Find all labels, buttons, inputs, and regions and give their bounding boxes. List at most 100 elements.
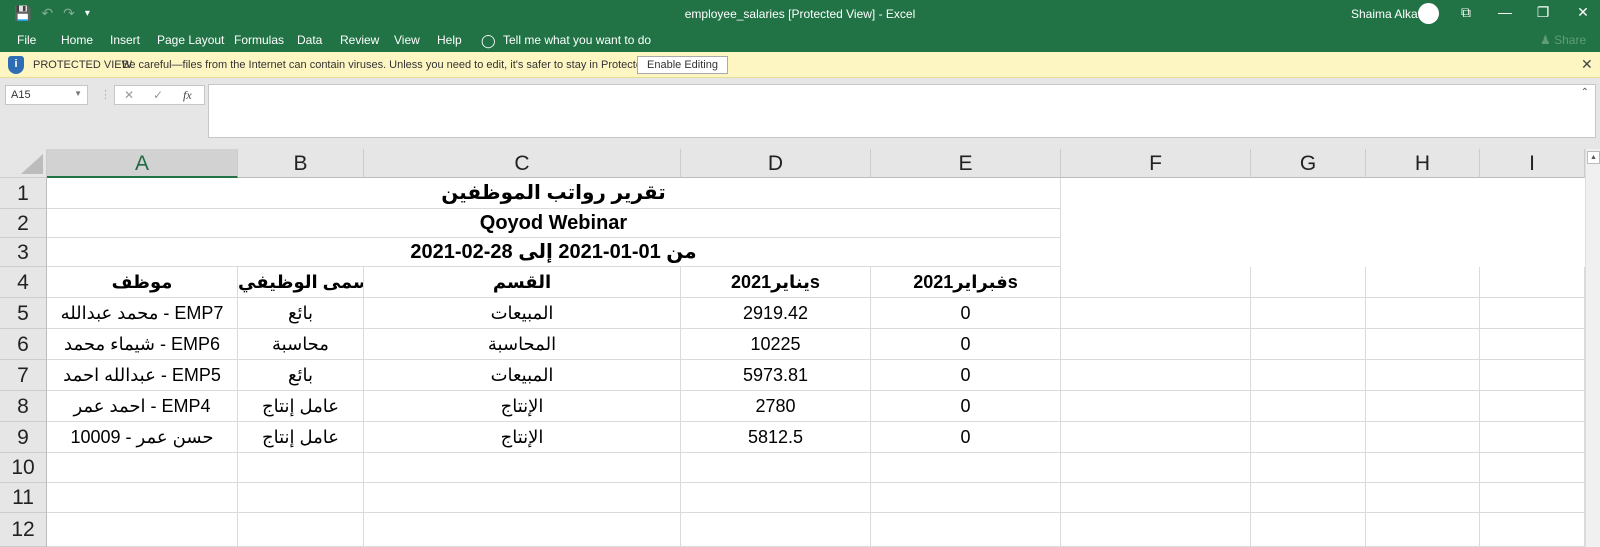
empty-cell-g6[interactable] [1251,329,1366,360]
tell-me-search[interactable]: Tell me what you want to do [503,33,651,47]
empty-cell-h10[interactable] [1366,453,1480,483]
data-cell-e9[interactable]: 0 [871,422,1061,453]
empty-cell-f10[interactable] [1061,453,1251,483]
column-header-a[interactable]: A [47,149,238,178]
data-cell-b7[interactable]: بائع [238,360,364,391]
empty-cell-a12[interactable] [47,513,238,547]
data-cell-b8[interactable]: عامل إنتاج [238,391,364,422]
empty-cell-g11[interactable] [1251,483,1366,513]
data-cell-a7[interactable]: عبدالله احمد - EMP5 [47,360,238,391]
restore-button[interactable]: ❐ [1533,4,1553,21]
data-cell-c6[interactable]: المحاسبة [364,329,681,360]
empty-cell-h12[interactable] [1366,513,1480,547]
data-cell-a9[interactable]: حسن عمر - 10009 [47,422,238,453]
empty-cell-d12[interactable] [681,513,871,547]
chevron-down-icon[interactable]: ▼ [74,89,82,98]
row-header-10[interactable]: 10 [0,453,47,483]
empty-cell-i6[interactable] [1480,329,1585,360]
row-header-3[interactable]: 3 [0,238,47,267]
empty-cell-i12[interactable] [1480,513,1585,547]
report-title[interactable]: تقرير رواتب الموظفين [47,178,1061,209]
header-cell-c[interactable]: القسم [364,267,681,298]
user-name[interactable]: Shaima Alkaf [1351,7,1421,21]
name-box[interactable]: A15 ▼ [5,85,88,105]
empty-cell-b12[interactable] [238,513,364,547]
data-cell-b5[interactable]: بائع [238,298,364,329]
empty-cell-f8[interactable] [1061,391,1251,422]
row-header-1[interactable]: 1 [0,178,47,209]
formula-input[interactable]: ⌃ [208,84,1596,138]
row-header-12[interactable]: 12 [0,513,47,547]
column-header-f[interactable]: F [1061,149,1251,178]
empty-cell-d11[interactable] [681,483,871,513]
empty-cell-h11[interactable] [1366,483,1480,513]
column-header-d[interactable]: D [681,149,871,178]
header-cell-e[interactable]: فبراير2021s [871,267,1061,298]
empty-cell-i4[interactable] [1480,267,1585,298]
empty-cell-h7[interactable] [1366,360,1480,391]
column-header-b[interactable]: B [238,149,364,178]
data-cell-d6[interactable]: 10225 [681,329,871,360]
row-header-4[interactable]: 4 [0,267,47,298]
empty-cell-f7[interactable] [1061,360,1251,391]
tab-insert[interactable]: Insert [110,33,140,47]
column-header-i[interactable]: I [1480,149,1585,178]
empty-cell-h4[interactable] [1366,267,1480,298]
empty-cell-f11[interactable] [1061,483,1251,513]
tab-data[interactable]: Data [297,33,322,47]
empty-cell-g12[interactable] [1251,513,1366,547]
cancel-icon[interactable]: ✕ [124,88,134,102]
row-header-8[interactable]: 8 [0,391,47,422]
empty-cell-d10[interactable] [681,453,871,483]
share-button[interactable]: ♟ Share [1540,33,1586,47]
data-cell-a6[interactable]: شيماء محمد - EMP6 [47,329,238,360]
empty-cell-c12[interactable] [364,513,681,547]
tab-review[interactable]: Review [340,33,379,47]
empty-cell-g7[interactable] [1251,360,1366,391]
header-cell-d[interactable]: يناير2021s [681,267,871,298]
empty-cell-f5[interactable] [1061,298,1251,329]
empty-cell-c10[interactable] [364,453,681,483]
collapse-formula-bar-icon[interactable]: ⌃ [1581,87,1589,98]
empty-cell-b10[interactable] [238,453,364,483]
empty-cell-h8[interactable] [1366,391,1480,422]
report-period[interactable]: من 01-01-2021 إلى 28-02-2021 [47,238,1061,267]
avatar[interactable] [1418,3,1439,24]
minimize-button[interactable]: — [1495,4,1515,20]
empty-cell-i7[interactable] [1480,360,1585,391]
select-all-button[interactable] [0,149,47,178]
data-cell-e5[interactable]: 0 [871,298,1061,329]
empty-cell-a10[interactable] [47,453,238,483]
data-cell-c8[interactable]: الإنتاج [364,391,681,422]
empty-cell-e10[interactable] [871,453,1061,483]
data-cell-b9[interactable]: عامل إنتاج [238,422,364,453]
empty-cell-h6[interactable] [1366,329,1480,360]
empty-cell-a11[interactable] [47,483,238,513]
empty-cell-i10[interactable] [1480,453,1585,483]
data-cell-d5[interactable]: 2919.42 [681,298,871,329]
ribbon-display-options-icon[interactable]: ⧉ [1456,4,1476,21]
data-cell-a8[interactable]: احمد عمر - EMP4 [47,391,238,422]
empty-cell-f12[interactable] [1061,513,1251,547]
data-cell-e8[interactable]: 0 [871,391,1061,422]
empty-cell-h5[interactable] [1366,298,1480,329]
empty-cell-f6[interactable] [1061,329,1251,360]
data-cell-b6[interactable]: محاسبة [238,329,364,360]
data-cell-a5[interactable]: محمد عبدالله - EMP7 [47,298,238,329]
row-header-6[interactable]: 6 [0,329,47,360]
tab-formulas[interactable]: Formulas [234,33,284,47]
data-cell-d9[interactable]: 5812.5 [681,422,871,453]
empty-cell-h9[interactable] [1366,422,1480,453]
drag-handle-icon[interactable]: ⋮ [100,88,111,101]
data-cell-d8[interactable]: 2780 [681,391,871,422]
tab-page-layout[interactable]: Page Layout [157,33,224,47]
row-header-5[interactable]: 5 [0,298,47,329]
enable-editing-button[interactable]: Enable Editing [637,56,728,74]
data-cell-c7[interactable]: المبيعات [364,360,681,391]
header-cell-a[interactable]: موظف [47,267,238,298]
close-button[interactable]: ✕ [1573,4,1593,21]
data-cell-c9[interactable]: الإنتاج [364,422,681,453]
empty-cell-g10[interactable] [1251,453,1366,483]
empty-cell-g8[interactable] [1251,391,1366,422]
tab-view[interactable]: View [394,33,420,47]
